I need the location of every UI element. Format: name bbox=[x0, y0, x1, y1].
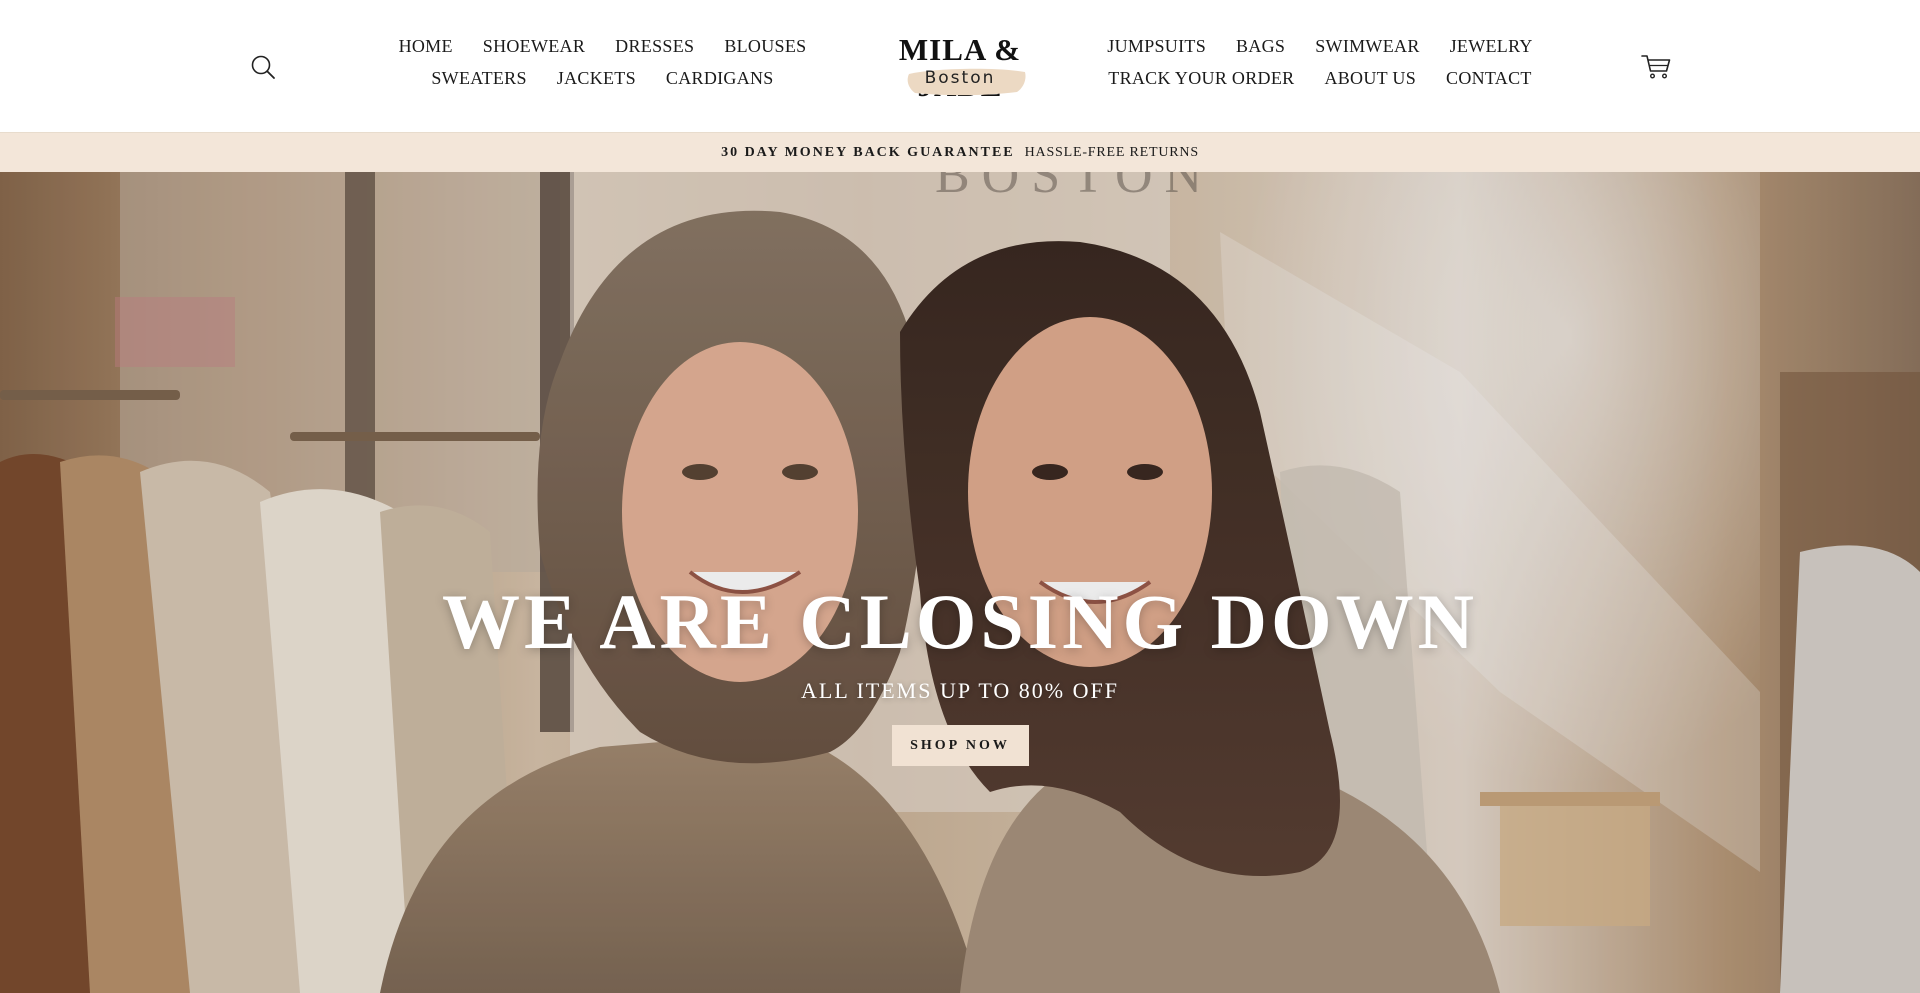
hero-banner: BOSTON WE ARE CLOSING DOWN ALL ITEMS UP … bbox=[0, 172, 1920, 993]
cart-button[interactable] bbox=[1640, 50, 1672, 82]
nav-item-about-us[interactable]: ABOUT US bbox=[1324, 68, 1416, 89]
primary-nav-left: HOME SHOEWEAR DRESSES BLOUSES SWEATERS J… bbox=[380, 36, 825, 89]
search-icon bbox=[251, 55, 275, 79]
nav-item-dresses[interactable]: DRESSES bbox=[615, 36, 694, 57]
hero-title: WE ARE CLOSING DOWN bbox=[442, 578, 1478, 665]
nav-row-2: SWEATERS JACKETS CARDIGANS bbox=[431, 68, 773, 89]
nav-row-1: HOME SHOEWEAR DRESSES BLOUSES bbox=[399, 36, 807, 57]
nav-item-jewelry[interactable]: JEWELRY bbox=[1450, 36, 1533, 57]
nav-row-1: JUMPSUITS BAGS SWIMWEAR JEWELRY bbox=[1107, 36, 1532, 57]
logo-city: Boston bbox=[924, 68, 996, 88]
nav-item-jackets[interactable]: JACKETS bbox=[557, 68, 636, 89]
nav-item-swimwear[interactable]: SWIMWEAR bbox=[1315, 36, 1419, 57]
nav-item-contact[interactable]: CONTACT bbox=[1446, 68, 1532, 89]
announcement-returns: HASSLE-FREE RETURNS bbox=[1024, 145, 1199, 160]
primary-nav-right: JUMPSUITS BAGS SWIMWEAR JEWELRY TRACK YO… bbox=[1100, 36, 1540, 89]
nav-item-jumpsuits[interactable]: JUMPSUITS bbox=[1107, 36, 1206, 57]
nav-item-sweaters[interactable]: SWEATERS bbox=[431, 68, 526, 89]
site-header: HOME SHOEWEAR DRESSES BLOUSES SWEATERS J… bbox=[0, 0, 1920, 132]
search-button[interactable] bbox=[249, 53, 277, 81]
announcement-bar: 30 DAY MONEY BACK GUARANTEE HASSLE-FREE … bbox=[0, 132, 1920, 173]
nav-item-blouses[interactable]: BLOUSES bbox=[724, 36, 806, 57]
nav-item-track-order[interactable]: TRACK YOUR ORDER bbox=[1108, 68, 1294, 89]
nav-item-home[interactable]: HOME bbox=[399, 36, 453, 57]
announcement-guarantee: 30 DAY MONEY BACK GUARANTEE bbox=[721, 145, 1015, 160]
nav-item-shoewear[interactable]: SHOEWEAR bbox=[483, 36, 585, 57]
nav-row-2: TRACK YOUR ORDER ABOUT US CONTACT bbox=[1108, 68, 1531, 89]
hero-subtitle: ALL ITEMS UP TO 80% OFF bbox=[801, 678, 1119, 703]
shop-now-button[interactable]: SHOP NOW bbox=[891, 725, 1029, 766]
hero-content: WE ARE CLOSING DOWN ALL ITEMS UP TO 80% … bbox=[0, 577, 1920, 766]
site-logo[interactable]: MILA & JADE Boston bbox=[855, 32, 1065, 103]
cart-icon bbox=[1641, 55, 1671, 79]
nav-item-bags[interactable]: BAGS bbox=[1236, 36, 1285, 57]
nav-item-cardigans[interactable]: CARDIGANS bbox=[666, 68, 774, 89]
